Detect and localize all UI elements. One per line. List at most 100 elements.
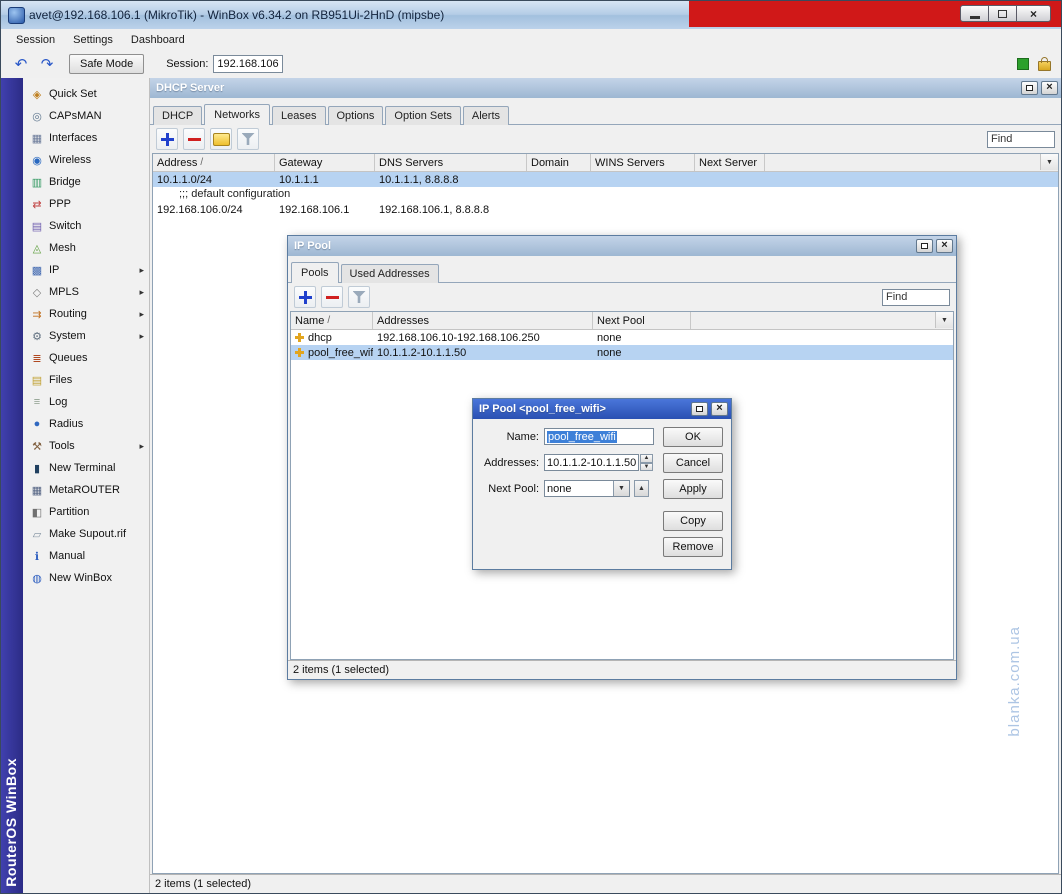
plus-icon <box>299 291 312 304</box>
tab[interactable]: Pools <box>291 262 339 283</box>
column-header[interactable]: Address / <box>153 154 275 171</box>
add-button[interactable] <box>294 286 316 308</box>
tab[interactable]: Alerts <box>463 106 509 125</box>
sidebar-item[interactable]: ▦ Interfaces ▸ <box>23 127 149 149</box>
remove-button[interactable] <box>183 128 205 150</box>
sidebar-item[interactable]: ◈ Quick Set ▸ <box>23 83 149 105</box>
comment-row-text: ;;; default configuration <box>179 187 290 202</box>
next-pool-row: Next Pool: none ▼ ▲ <box>479 480 649 497</box>
pool-table-header: Name / Addresses / Next Pool / <box>291 312 953 330</box>
sidebar-item[interactable]: ◬ Mesh ▸ <box>23 237 149 259</box>
find-input[interactable] <box>987 131 1055 148</box>
tab[interactable]: Leases <box>272 106 325 125</box>
name-field[interactable]: pool_free_wifi <box>544 428 654 445</box>
pool-row[interactable]: dhcp 192.168.106.10-192.168.106.250 none <box>291 330 953 345</box>
close-button[interactable]: × <box>1016 5 1051 22</box>
dhcp-restore-button[interactable] <box>1021 81 1038 95</box>
next-pool-dropdown[interactable]: none ▼ <box>544 480 630 497</box>
sidebar-item[interactable]: ● Radius ▸ <box>23 413 149 435</box>
add-button[interactable] <box>156 128 178 150</box>
sidebar-item[interactable]: ◧ Partition ▸ <box>23 501 149 523</box>
sidebar-item[interactable]: ▤ Files ▸ <box>23 369 149 391</box>
sidebar-item[interactable]: ▩ IP ▸ <box>23 259 149 281</box>
comment-button[interactable] <box>210 128 232 150</box>
sidebar-item[interactable]: ℹ Manual ▸ <box>23 545 149 567</box>
pool-close-button[interactable]: × <box>936 239 953 253</box>
find-input[interactable] <box>882 289 950 306</box>
sidebar-item[interactable]: ≣ Queues ▸ <box>23 347 149 369</box>
dialog-button[interactable]: Remove <box>663 537 723 557</box>
sidebar-item[interactable]: ▮ New Terminal ▸ <box>23 457 149 479</box>
undo-button[interactable]: ↶ <box>9 54 33 74</box>
watermark: blanka.com.ua <box>1006 626 1023 737</box>
sidebar-item[interactable]: ▥ Bridge ▸ <box>23 171 149 193</box>
pool-row[interactable]: pool_free_wifi 10.1.1.2-10.1.1.50 none <box>291 345 953 360</box>
sidebar-item[interactable]: ⇄ PPP ▸ <box>23 193 149 215</box>
pool-restore-button[interactable] <box>916 239 933 253</box>
sidebar-item[interactable]: ⚒ Tools ▸ <box>23 435 149 457</box>
pool-window-titlebar[interactable]: IP Pool × <box>288 236 956 256</box>
dialog-close-button[interactable]: × <box>711 402 728 416</box>
sidebar-item[interactable]: ◉ Wireless ▸ <box>23 149 149 171</box>
tab[interactable]: Options <box>328 106 384 125</box>
dhcp-network-row[interactable]: ;;; default configuration <box>153 187 1058 202</box>
tab[interactable]: Networks <box>204 104 270 125</box>
chevron-down-icon[interactable]: ▼ <box>613 481 629 496</box>
dialog-titlebar[interactable]: IP Pool <pool_free_wifi> × <box>473 399 731 419</box>
safe-mode-button[interactable]: Safe Mode <box>69 54 144 74</box>
addresses-field[interactable] <box>544 454 639 471</box>
column-header[interactable]: Next Server / <box>695 154 765 171</box>
dhcp-window-titlebar[interactable]: DHCP Server × <box>150 78 1061 98</box>
redo-button[interactable]: ↷ <box>35 54 59 74</box>
addresses-label: Addresses: <box>479 457 539 469</box>
dhcp-network-row[interactable]: 192.168.106.0/24 192.168.106.1 192.168.1… <box>153 202 1058 217</box>
sidebar-item-label: Partition <box>49 506 146 518</box>
sidebar-item[interactable]: ▦ MetaROUTER ▸ <box>23 479 149 501</box>
spinner-up-button[interactable]: ▲ <box>640 454 653 463</box>
sidebar-item[interactable]: ⚙ System ▸ <box>23 325 149 347</box>
dialog-restore-button[interactable] <box>691 402 708 416</box>
sidebar-item[interactable]: ▱ Make Supout.rif ▸ <box>23 523 149 545</box>
sidebar-item[interactable]: ◍ New WinBox ▸ <box>23 567 149 589</box>
menu-item[interactable]: Settings <box>64 31 122 49</box>
dialog-button[interactable]: Copy <box>663 511 723 531</box>
collapse-up-button[interactable]: ▲ <box>634 480 649 497</box>
titlebar[interactable]: avet@192.168.106.1 (MikroTik) - WinBox v… <box>1 1 1061 30</box>
pool-toolbar <box>288 283 956 311</box>
sidebar-item-label: New WinBox <box>49 572 146 584</box>
spinner-down-button[interactable]: ▼ <box>640 463 653 472</box>
maximize-button[interactable] <box>988 5 1017 22</box>
remove-button[interactable] <box>321 286 343 308</box>
dialog-button[interactable]: OK <box>663 427 723 447</box>
dhcp-network-row[interactable]: 10.1.1.0/24 10.1.1.1 10.1.1.1, 8.8.8.8 <box>153 172 1058 187</box>
tab[interactable]: Used Addresses <box>341 264 439 283</box>
tab[interactable]: DHCP <box>153 106 202 125</box>
column-header[interactable]: Gateway / <box>275 154 375 171</box>
column-select-button[interactable]: ▼ <box>1040 154 1058 170</box>
column-select-button[interactable]: ▼ <box>935 312 953 328</box>
dialog-button[interactable]: Cancel <box>663 453 723 473</box>
column-header[interactable]: Next Pool / <box>593 312 691 329</box>
sidebar-item[interactable]: ◇ MPLS ▸ <box>23 281 149 303</box>
column-header[interactable]: Name / <box>291 312 373 329</box>
tab[interactable]: Option Sets <box>385 106 460 125</box>
sidebar-item-label: Files <box>49 374 146 386</box>
dhcp-close-button[interactable]: × <box>1041 81 1058 95</box>
column-header[interactable]: DNS Servers / <box>375 154 527 171</box>
close-icon: × <box>941 240 947 251</box>
menu-item[interactable]: Session <box>7 31 64 49</box>
column-header[interactable]: Domain / <box>527 154 591 171</box>
sidebar-item[interactable]: ≡ Log ▸ <box>23 391 149 413</box>
filter-button[interactable] <box>348 286 370 308</box>
sidebar-item[interactable]: ◎ CAPsMAN ▸ <box>23 105 149 127</box>
sidebar-item[interactable]: ⇉ Routing ▸ <box>23 303 149 325</box>
column-header[interactable]: WINS Servers / <box>591 154 695 171</box>
filter-button[interactable] <box>237 128 259 150</box>
column-header[interactable]: Addresses / <box>373 312 593 329</box>
minimize-button[interactable] <box>960 5 989 22</box>
sidebar-item[interactable]: ▤ Switch ▸ <box>23 215 149 237</box>
sidebar-item-label: Routing <box>49 308 139 320</box>
dialog-button[interactable]: Apply <box>663 479 723 499</box>
menu-item[interactable]: Dashboard <box>122 31 194 49</box>
session-input[interactable] <box>213 55 283 73</box>
